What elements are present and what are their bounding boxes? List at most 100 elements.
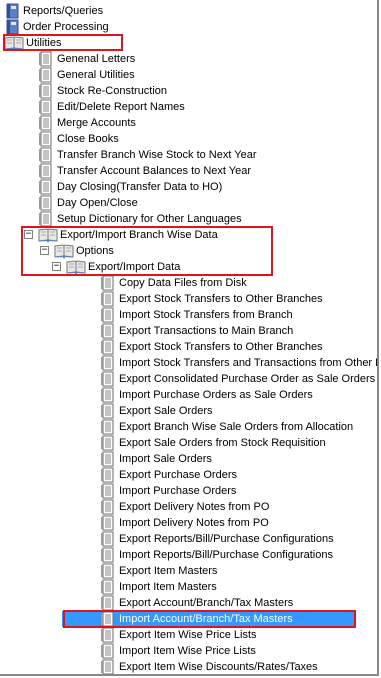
document-icon (100, 403, 116, 419)
tree-item-label: Merge Accounts (57, 117, 136, 129)
document-icon (100, 611, 116, 627)
tree-item[interactable]: Export Reports/Bill/Purchase Configurati… (0, 531, 377, 547)
tree-item[interactable]: Copy Data Files from Disk (0, 275, 377, 291)
document-icon (38, 211, 54, 227)
tree-item-label: Export Reports/Bill/Purchase Configurati… (119, 533, 334, 545)
tree-item[interactable]: Import Item Wise Price Lists (0, 643, 377, 659)
tree-item-label: Reports/Queries (23, 5, 104, 17)
open-book-icon (54, 243, 74, 259)
tree-item-label: Import Item Masters (119, 581, 217, 593)
open-book-icon (4, 35, 24, 51)
tree-item[interactable]: Export Transactions to Main Branch (0, 323, 377, 339)
tree-item[interactable]: Import Sale Orders (0, 451, 377, 467)
tree-item[interactable]: Setup Dictionary for Other Languages (0, 211, 377, 227)
document-icon (100, 435, 116, 451)
tree-item[interactable]: Export Account/Branch/Tax Masters (0, 595, 377, 611)
document-icon (100, 659, 116, 674)
tree-item[interactable]: Export Sale Orders from Stock Requisitio… (0, 435, 377, 451)
tree-item[interactable]: Edit/Delete Report Names (0, 99, 377, 115)
tree-item[interactable]: Import Account/Branch/Tax Masters (62, 611, 355, 627)
tree-item[interactable]: Export Item Masters (0, 563, 377, 579)
tree-item[interactable]: − Options (0, 243, 377, 259)
document-icon (100, 323, 116, 339)
tree-item[interactable]: Import Purchase Orders as Sale Orders (0, 387, 377, 403)
tree-item-label: Copy Data Files from Disk (119, 277, 247, 289)
document-icon (100, 307, 116, 323)
tree-item[interactable]: Day Closing(Transfer Data to HO) (0, 179, 377, 195)
collapse-icon[interactable]: − (40, 246, 49, 255)
document-icon (100, 483, 116, 499)
tree-item[interactable]: General Utilities (0, 67, 377, 83)
tree-item[interactable]: Transfer Branch Wise Stock to Next Year (0, 147, 377, 163)
tree-item-label: Export Consolidated Purchase Order as Sa… (119, 373, 376, 385)
document-icon (100, 531, 116, 547)
document-icon (100, 355, 116, 371)
tree-item[interactable]: Import Purchase Orders (0, 483, 377, 499)
book-icon (4, 19, 20, 35)
tree-item-label: Transfer Account Balances to Next Year (57, 165, 252, 177)
tree-item[interactable]: Export Stock Transfers to Other Branches (0, 291, 377, 307)
tree-item[interactable]: Export Consolidated Purchase Order as Sa… (0, 371, 377, 387)
tree-item-label: Export Stock Transfers to Other Branches (119, 341, 323, 353)
tree-item[interactable]: −Utilities (0, 35, 377, 51)
tree-item[interactable]: Stock Re-Construction (0, 83, 377, 99)
document-icon (100, 579, 116, 595)
tree-item[interactable]: Genenal Letters (0, 51, 377, 67)
tree-item-label: Import Reports/Bill/Purchase Configurati… (119, 549, 333, 561)
open-book-icon (66, 259, 86, 275)
document-icon (100, 371, 116, 387)
tree-item-label: Export/Import Branch Wise Data (60, 229, 218, 241)
document-icon (38, 83, 54, 99)
document-icon (38, 179, 54, 195)
tree-item[interactable]: Export Stock Transfers to Other Branches (0, 339, 377, 355)
tree-item[interactable]: Export Item Wise Discounts/Rates/Taxes (0, 659, 377, 674)
tree-item[interactable]: Export Delivery Notes from PO (0, 499, 377, 515)
tree-item-label: Import Account/Branch/Tax Masters (119, 613, 293, 625)
document-icon (100, 627, 116, 643)
tree-item-label: Export Item Masters (119, 565, 218, 577)
document-icon (38, 67, 54, 83)
tree-item-label: Day Closing(Transfer Data to HO) (57, 181, 223, 193)
tree-item-label: Import Sale Orders (119, 453, 212, 465)
tree-item[interactable]: − Export/Import Branch Wise Data (0, 227, 377, 243)
tree-item[interactable]: Export Branch Wise Sale Orders from Allo… (0, 419, 377, 435)
tree-item[interactable]: Merge Accounts (0, 115, 377, 131)
document-icon (100, 499, 116, 515)
tree-item-label: Export/Import Data (88, 261, 181, 273)
tree-item[interactable]: Import Stock Transfers from Branch (0, 307, 377, 323)
tree-item[interactable]: +Order Processing (0, 19, 377, 35)
collapse-icon[interactable]: − (52, 262, 61, 271)
document-icon (100, 563, 116, 579)
tree-item-label: Order Processing (23, 21, 109, 33)
tree-item[interactable]: Import Reports/Bill/Purchase Configurati… (0, 547, 377, 563)
tree-item-label: Export Item Wise Discounts/Rates/Taxes (119, 661, 318, 673)
tree-item-label: Export Sale Orders (119, 405, 213, 417)
tree-item[interactable]: Import Item Masters (0, 579, 377, 595)
tree-item-label: Edit/Delete Report Names (57, 101, 185, 113)
tree-item[interactable]: Transfer Account Balances to Next Year (0, 163, 377, 179)
document-icon (38, 51, 54, 67)
document-icon (100, 419, 116, 435)
document-icon (100, 387, 116, 403)
tree-item[interactable]: Import Delivery Notes from PO (0, 515, 377, 531)
tree-item[interactable]: Import Stock Transfers and Transactions … (0, 355, 377, 371)
menu-tree: +Reports/Queries+Order Processing−Utilit… (0, 0, 379, 676)
collapse-icon[interactable]: − (24, 230, 33, 239)
document-icon (38, 195, 54, 211)
document-icon (38, 99, 54, 115)
tree-item[interactable]: Export Purchase Orders (0, 467, 377, 483)
tree-item[interactable]: Export Sale Orders (0, 403, 377, 419)
document-icon (100, 595, 116, 611)
tree-item[interactable]: Export Item Wise Price Lists (0, 627, 377, 643)
tree-item-label: Import Delivery Notes from PO (119, 517, 269, 529)
tree-item[interactable]: Close Books (0, 131, 377, 147)
tree-item-label: Export Transactions to Main Branch (119, 325, 294, 337)
document-icon (38, 147, 54, 163)
document-icon (38, 163, 54, 179)
tree-item-label: Stock Re-Construction (57, 85, 168, 97)
tree-item[interactable]: +Reports/Queries (0, 3, 377, 19)
book-icon (4, 3, 20, 19)
tree-item-label: Import Stock Transfers from Branch (119, 309, 293, 321)
tree-item[interactable]: − Export/Import Data (0, 259, 377, 275)
tree-item[interactable]: Day Open/Close (0, 195, 377, 211)
